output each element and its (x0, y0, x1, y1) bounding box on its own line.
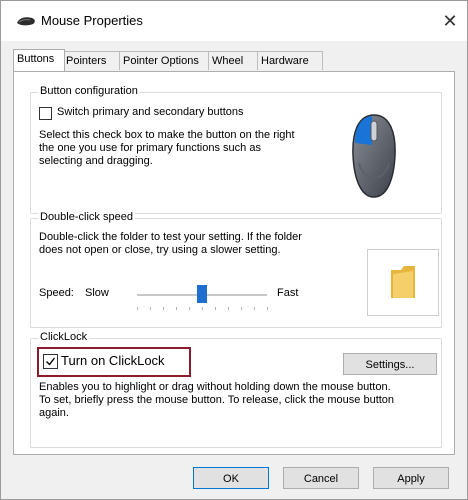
button-config-desc-line: the one you use for primary functions su… (39, 142, 261, 154)
tab-pointers[interactable]: Pointers (62, 51, 122, 70)
window-title: Mouse Properties (41, 13, 143, 28)
double-click-slider-thumb[interactable] (197, 285, 207, 303)
slider-tick (150, 307, 151, 310)
slider-tick (137, 307, 138, 310)
tab-hardware[interactable]: Hardware (257, 51, 323, 70)
clicklock-settings-button[interactable]: Settings... (343, 353, 437, 375)
cancel-button[interactable]: Cancel (283, 467, 359, 489)
slow-label: Slow (85, 287, 109, 299)
mouse-icon (17, 17, 35, 26)
slider-tick (202, 307, 203, 310)
speed-label: Speed: (39, 287, 74, 299)
clicklock-desc-line: again. (39, 407, 69, 419)
clicklock-description: Enables you to highlight or drag without… (39, 381, 435, 420)
double-click-desc-line: does not open or close, try using a slow… (39, 244, 281, 256)
double-click-description: Double-click the folder to test your set… (39, 231, 359, 257)
button-config-desc-line: Select this check box to make the button… (39, 129, 295, 141)
tab-pointer-options[interactable]: Pointer Options (119, 51, 211, 70)
apply-button[interactable]: Apply (373, 467, 449, 489)
slider-tick (254, 307, 255, 310)
tab-wheel[interactable]: Wheel (208, 51, 260, 70)
button-config-description: Select this check box to make the button… (39, 129, 339, 168)
clicklock-desc-line: Enables you to highlight or drag without… (39, 381, 391, 393)
double-click-desc-line: Double-click the folder to test your set… (39, 231, 302, 243)
buttons-tab-panel: Button configuration Switch primary and … (13, 71, 455, 455)
slider-tick (228, 307, 229, 310)
double-click-speed-group: Double-click speed Double-click the fold… (30, 211, 442, 328)
fast-label: Fast (277, 287, 299, 299)
clicklock-group: ClickLock Turn on ClickLock Settings... … (30, 331, 442, 448)
switch-buttons-label[interactable]: Switch primary and secondary buttons (57, 106, 243, 119)
button-configuration-title: Button configuration (38, 85, 140, 97)
clicklock-highlight-box (37, 347, 191, 377)
close-button[interactable]: ✕ (439, 11, 461, 31)
mouse-illustration-icon (352, 114, 396, 198)
clicklock-title: ClickLock (38, 331, 90, 343)
clicklock-desc-line: To set, briefly press the mouse button. … (39, 394, 395, 406)
title-bar: Mouse Properties ✕ (1, 1, 467, 41)
mouse-properties-window: Mouse Properties ✕ Buttons Pointers Poin… (0, 0, 468, 500)
slider-tick (267, 307, 268, 310)
slider-tick (176, 307, 177, 310)
slider-tick (215, 307, 216, 310)
button-config-desc-line: selecting and dragging. (39, 155, 153, 167)
folder-icon (391, 266, 415, 298)
tab-buttons[interactable]: Buttons (13, 49, 65, 71)
ok-button[interactable]: OK (193, 467, 269, 489)
button-configuration-group: Button configuration Switch primary and … (30, 85, 442, 214)
test-folder-box[interactable] (367, 249, 439, 316)
switch-buttons-checkbox[interactable] (39, 107, 52, 120)
double-click-speed-title: Double-click speed (38, 211, 135, 223)
slider-tick (189, 307, 190, 310)
slider-tick (163, 307, 164, 310)
slider-tick (241, 307, 242, 310)
